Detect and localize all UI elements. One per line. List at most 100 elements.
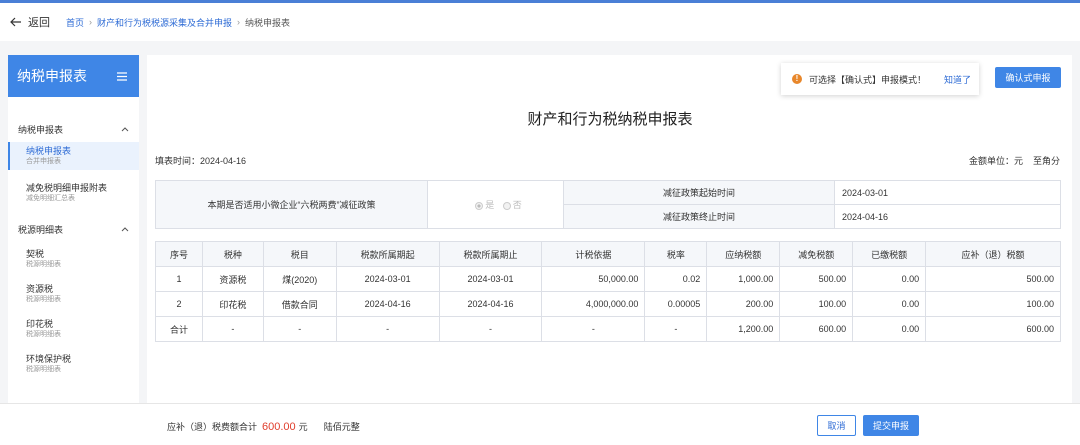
cell: 2024-04-16 — [335, 291, 440, 317]
sidebar-group-tax-source[interactable]: 税源明细表 — [8, 221, 139, 237]
summary-label: 应补（退）税费额合计 — [167, 422, 258, 432]
policy-question: 本期是否适用小微企业“六税两费”减征政策 — [155, 180, 428, 229]
sidebar-header: 纳税申报表 — [8, 55, 139, 97]
cell: 500.00 — [779, 266, 854, 292]
confirm-declaration-button[interactable]: 确认式申报 — [995, 67, 1061, 88]
item-sub: 合并申报表 — [26, 158, 61, 165]
fill-date: 填表时间：2024-04-16 — [155, 156, 247, 166]
unit-precision: 至角分 — [1032, 156, 1060, 166]
notice-text: 可选择【确认式】申报模式！ — [809, 74, 927, 85]
policy-end-label: 减征政策终止时间 — [563, 204, 835, 229]
table-header-row: 序号 税种 税目 税款所属期起 税款所属期止 计税依据 税率 应纳税额 减免税额… — [155, 241, 1061, 267]
item-label: 纳税申报表 — [26, 146, 72, 156]
col-header: 应补（退）税额 — [925, 241, 1061, 267]
cell: 印花税 — [201, 291, 264, 317]
group-label: 纳税申报表 — [18, 124, 64, 135]
cell: 1,000.00 — [706, 266, 781, 292]
sidebar-item-environment-tax[interactable]: 环境保护税 税源明细表 — [8, 350, 139, 378]
cancel-button[interactable]: 取消 — [817, 415, 856, 436]
col-header: 已缴税额 — [852, 241, 927, 267]
cell: 0.00 — [852, 266, 927, 292]
notice-dismiss-link[interactable]: 知道了 — [944, 73, 971, 86]
group-label: 税源明细表 — [18, 224, 64, 235]
radio-no[interactable] — [502, 201, 511, 210]
chevron-up-icon — [121, 226, 129, 231]
arrow-left-icon — [10, 17, 21, 27]
back-button[interactable]: 返回 — [10, 14, 50, 30]
cell: 50,000.00 — [541, 266, 646, 292]
col-header: 减免税额 — [779, 241, 854, 267]
col-header: 税目 — [262, 241, 337, 267]
cell: 500.00 — [925, 266, 1061, 292]
cell: - — [644, 316, 708, 342]
breadcrumb-home[interactable]: 首页 — [66, 16, 84, 29]
breadcrumb-separator: › — [89, 17, 93, 27]
table-row: 2 印花税 借款合同 2024-04-16 2024-04-16 4,000,0… — [155, 291, 1061, 317]
sidebar-group-declaration[interactable]: 纳税申报表 — [8, 121, 139, 137]
sidebar-item-deed-tax[interactable]: 契税 税源明细表 — [8, 245, 139, 273]
item-sub: 税源明细表 — [26, 366, 61, 373]
summary-amount: 600.00 — [262, 421, 296, 433]
page-header: 返回 首页 › 财产和行为税税源采集及合并申报 › 纳税申报表 — [0, 3, 1080, 41]
breadcrumb-current: 纳税申报表 — [245, 17, 291, 28]
item-label: 减免税明细申报附表 — [26, 183, 108, 193]
cell: 借款合同 — [262, 291, 337, 317]
col-header: 税率 — [644, 241, 708, 267]
menu-toggle-icon[interactable] — [117, 71, 127, 81]
cell: 600.00 — [779, 316, 854, 342]
item-sub: 税源明细表 — [26, 296, 61, 303]
item-sub: 税源明细表 — [26, 331, 61, 338]
cell: 2024-03-01 — [335, 266, 440, 292]
cell: 2024-04-16 — [438, 291, 543, 317]
cell: 2024-03-01 — [438, 266, 543, 292]
cell: 2 — [155, 291, 203, 317]
amount-in-words: 陆佰元整 — [323, 422, 360, 432]
cell: - — [201, 316, 264, 342]
sidebar: 纳税申报表 纳税申报表 纳税申报表 合并申报表 减免税明细申报附表 减免明细汇总… — [8, 55, 139, 445]
cell: - — [262, 316, 337, 342]
radio-yes-label: 是 — [485, 200, 495, 210]
cell: 1,200.00 — [706, 316, 781, 342]
item-label: 环境保护税 — [26, 354, 72, 364]
policy-start-value: 2024-03-01 — [834, 180, 1061, 205]
col-header: 税种 — [201, 241, 264, 267]
sidebar-item-resource-tax[interactable]: 资源税 税源明细表 — [8, 280, 139, 308]
col-header: 应纳税额 — [706, 241, 781, 267]
radio-yes[interactable] — [475, 201, 484, 210]
col-header: 计税依据 — [541, 241, 646, 267]
cell: 合计 — [155, 316, 203, 342]
cell: - — [335, 316, 440, 342]
sidebar-title: 纳税申报表 — [17, 68, 87, 84]
submit-declaration-button[interactable]: 提交申报 — [863, 415, 919, 436]
col-header: 序号 — [155, 241, 203, 267]
cell: 100.00 — [779, 291, 854, 317]
sidebar-item-declaration-form[interactable]: 纳税申报表 合并申报表 — [8, 142, 139, 170]
cell: 1 — [155, 266, 203, 292]
breadcrumb-collection[interactable]: 财产和行为税税源采集及合并申报 — [97, 16, 232, 29]
cell: 资源税 — [201, 266, 264, 292]
policy-start-label: 减征政策起始时间 — [563, 180, 835, 205]
sidebar-item-stamp-tax[interactable]: 印花税 税源明细表 — [8, 315, 139, 343]
page-title: 财产和行为税纳税申报表 — [527, 111, 693, 128]
cell: - — [541, 316, 646, 342]
cell: 200.00 — [706, 291, 781, 317]
policy-end-value: 2024-04-16 — [834, 204, 1061, 229]
breadcrumb-separator: › — [237, 17, 241, 27]
item-label: 契税 — [26, 249, 45, 259]
item-sub: 税源明细表 — [26, 261, 61, 268]
policy-options: 是 否 — [427, 180, 564, 229]
sidebar-item-exemption-schedule[interactable]: 减免税明细申报附表 减免明细汇总表 — [8, 179, 139, 207]
mode-notice: ! 可选择【确认式】申报模式！ 知道了 — [781, 63, 979, 95]
back-label: 返回 — [28, 17, 50, 29]
table-row: 1 资源税 煤(2020) 2024-03-01 2024-03-01 50,0… — [155, 266, 1061, 292]
col-header: 税款所属期止 — [438, 241, 543, 267]
cell: 100.00 — [925, 291, 1061, 317]
col-header: 税款所属期起 — [335, 241, 440, 267]
table-total-row: 合计 - - - - - - 1,200.00 600.00 0.00 600.… — [155, 316, 1061, 342]
item-sub: 减免明细汇总表 — [26, 195, 75, 202]
cell: 0.00 — [852, 291, 927, 317]
policy-table: 本期是否适用小微企业“六税两费”减征政策 是 否 减征政策起始时间 2024-0… — [155, 180, 1061, 229]
cell: 0.00 — [852, 316, 927, 342]
cell: 600.00 — [925, 316, 1061, 342]
cell: 0.00005 — [644, 291, 708, 317]
